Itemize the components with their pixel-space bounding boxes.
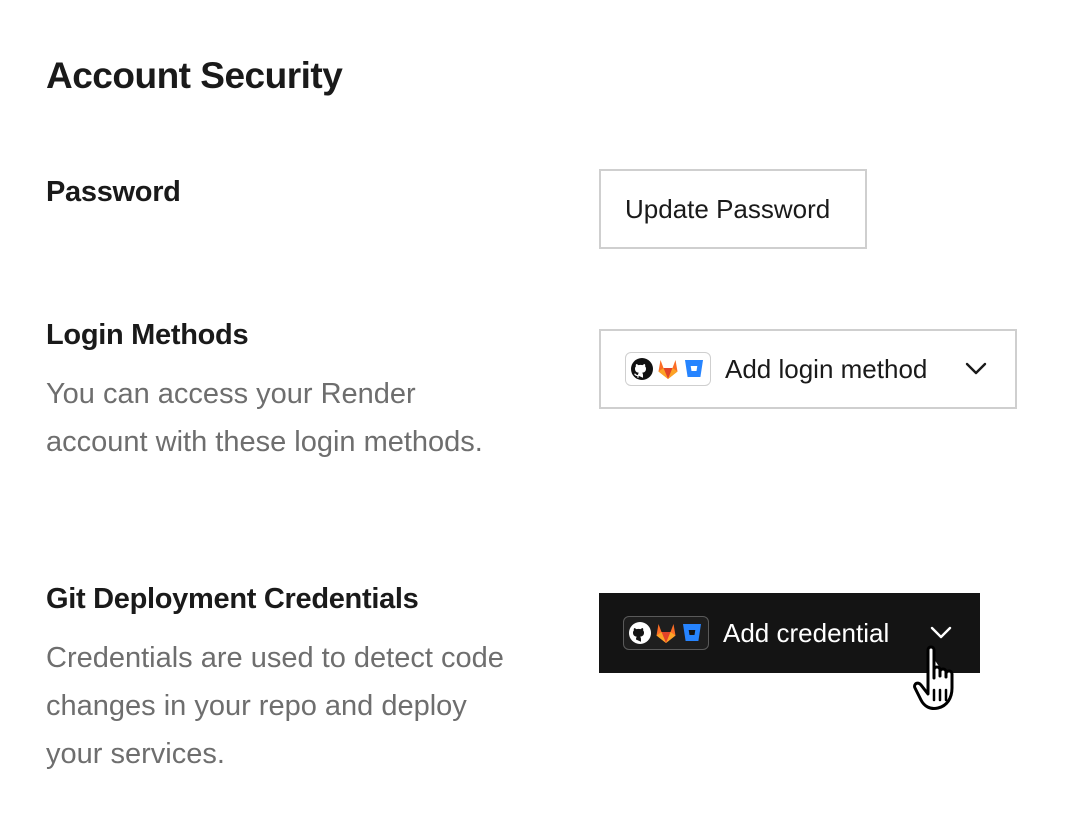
gitlab-icon xyxy=(655,356,681,382)
git-credentials-description: Credentials are used to detect code chan… xyxy=(46,642,504,770)
provider-icons xyxy=(623,616,709,650)
password-title: Password xyxy=(46,176,181,208)
login-methods-description: You can access your Render account with … xyxy=(46,378,483,458)
page-title: Account Security xyxy=(46,55,343,96)
update-password-button[interactable]: Update Password xyxy=(599,169,867,249)
update-password-label: Update Password xyxy=(625,193,831,224)
git-credentials-title: Git Deployment Credentials xyxy=(46,583,419,615)
bitbucket-icon xyxy=(681,356,707,382)
add-login-method-label: Add login method xyxy=(725,353,928,384)
login-methods-title: Login Methods xyxy=(46,319,249,351)
add-credential-label: Add credential xyxy=(723,617,890,648)
hand-pointer-cursor-icon xyxy=(910,640,982,725)
password-section: Password xyxy=(46,176,516,209)
github-icon xyxy=(627,620,653,646)
chevron-down-icon xyxy=(930,626,952,640)
bitbucket-icon xyxy=(679,620,705,646)
gitlab-icon xyxy=(653,620,679,646)
provider-icons xyxy=(625,352,711,386)
chevron-down-icon xyxy=(965,362,987,376)
add-login-method-button[interactable]: Add login method xyxy=(599,329,1017,409)
login-methods-section: Login Methods You can access your Render… xyxy=(46,319,516,466)
git-credentials-section: Git Deployment Credentials Credentials a… xyxy=(46,583,516,778)
github-icon xyxy=(629,356,655,382)
